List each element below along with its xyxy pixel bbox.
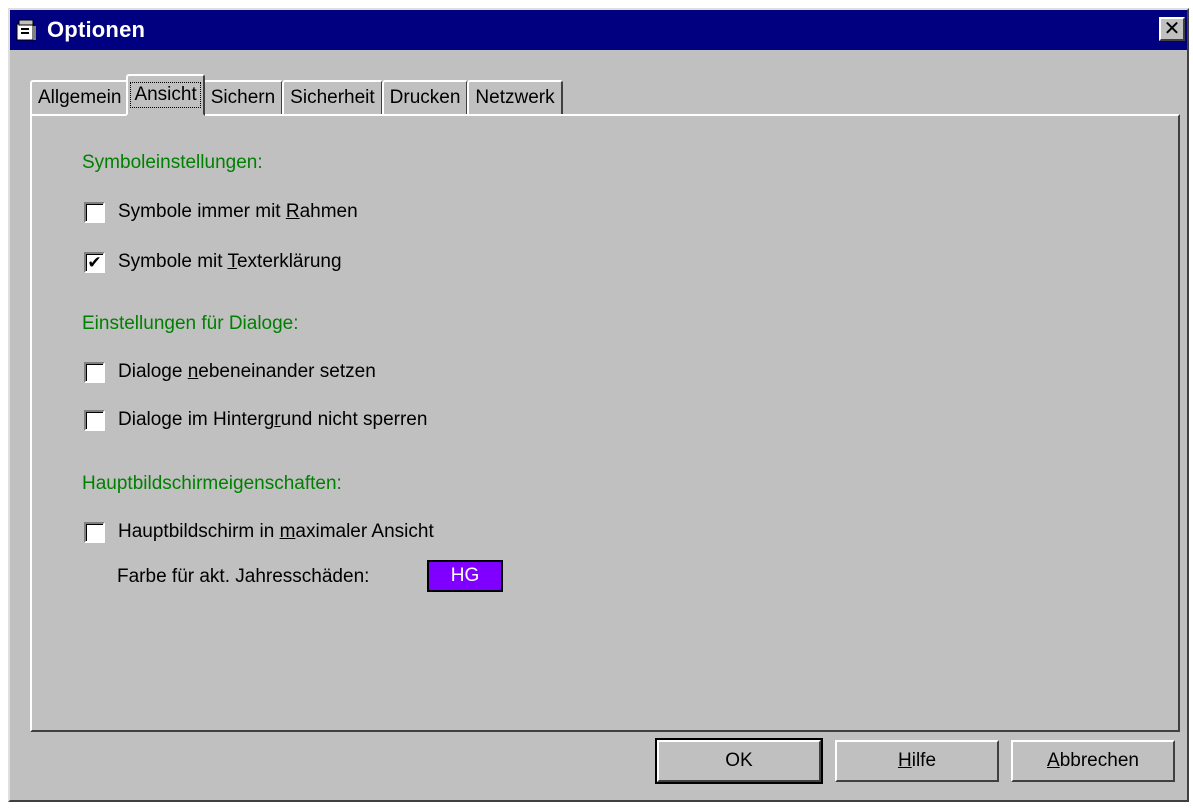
option-main-screen-maximized[interactable]: Hauptbildschirm in maximaler Ansicht (84, 521, 434, 543)
tab-label: Sicherheit (290, 87, 375, 108)
section-heading-main-screen: Hauptbildschirmeigenschaften: (82, 473, 342, 494)
button-label: Hilfe (897, 750, 937, 771)
checkbox-symbols-text[interactable]: ✔ (84, 251, 105, 273)
button-label: OK (725, 750, 753, 771)
tab-label: Sichern (210, 87, 276, 108)
section-heading-dialogs: Einstellungen für Dialoge: (82, 313, 299, 334)
option-dialogs-no-lock[interactable]: Dialoge im Hintergrund nicht sperren (84, 409, 427, 431)
close-button[interactable]: ✕ (1159, 17, 1185, 41)
tab-label: Drucken (389, 87, 461, 108)
checkbox-main-screen-maximized[interactable] (84, 521, 105, 543)
option-label: Dialoge im Hintergrund nicht sperren (118, 409, 428, 430)
checkmark-icon: ✔ (87, 252, 102, 272)
binder-icon (13, 17, 39, 43)
tab-ansicht[interactable]: Ansicht (126, 74, 205, 116)
title-bar[interactable]: Optionen ✕ (10, 10, 1187, 50)
tab-label: Allgemein (38, 87, 122, 108)
option-symbols-text[interactable]: ✔ Symbole mit Texterklärung (84, 251, 342, 273)
tab-label: Netzwerk (475, 87, 555, 108)
tab-drucken[interactable]: Drucken (381, 80, 469, 114)
option-label: Symbole mit Texterklärung (118, 251, 342, 272)
close-icon: ✕ (1163, 18, 1181, 40)
section-heading-symbols: Symboleinstellungen: (82, 152, 263, 173)
tab-sichern[interactable]: Sichern (202, 80, 284, 114)
tab-strip: Allgemein Ansicht Sichern Sicherheit Dru… (30, 72, 563, 116)
button-label: Abbrechen (1047, 750, 1139, 771)
tab-sicherheit[interactable]: Sicherheit (282, 80, 383, 114)
help-button[interactable]: Hilfe (835, 740, 999, 782)
option-label: Dialoge nebeneinander setzen (118, 361, 376, 382)
option-symbols-frame[interactable]: Symbole immer mit Rahmen (84, 201, 358, 223)
option-label: Hauptbildschirm in maximaler Ansicht (118, 521, 434, 542)
color-swatch-button[interactable]: HG (427, 560, 503, 592)
checkbox-dialogs-side-by-side[interactable] (84, 361, 105, 383)
cancel-button[interactable]: Abbrechen (1011, 740, 1175, 782)
checkbox-symbols-frame[interactable] (84, 201, 105, 223)
ok-button[interactable]: OK (655, 738, 823, 784)
tab-netzwerk[interactable]: Netzwerk (467, 80, 563, 114)
tab-label: Ansicht (130, 82, 201, 108)
options-dialog: Optionen ✕ Allgemein Ansicht Sichern Sic… (8, 8, 1189, 802)
tab-panel-ansicht: Symboleinstellungen: Symbole immer mit R… (30, 114, 1180, 732)
tab-allgemein[interactable]: Allgemein (30, 80, 130, 114)
window-title: Optionen (47, 17, 146, 42)
color-label: Farbe für akt. Jahresschäden: (117, 566, 370, 587)
option-label: Symbole immer mit Rahmen (118, 201, 358, 222)
checkbox-dialogs-no-lock[interactable] (84, 409, 105, 431)
option-dialogs-side-by-side[interactable]: Dialoge nebeneinander setzen (84, 361, 376, 383)
